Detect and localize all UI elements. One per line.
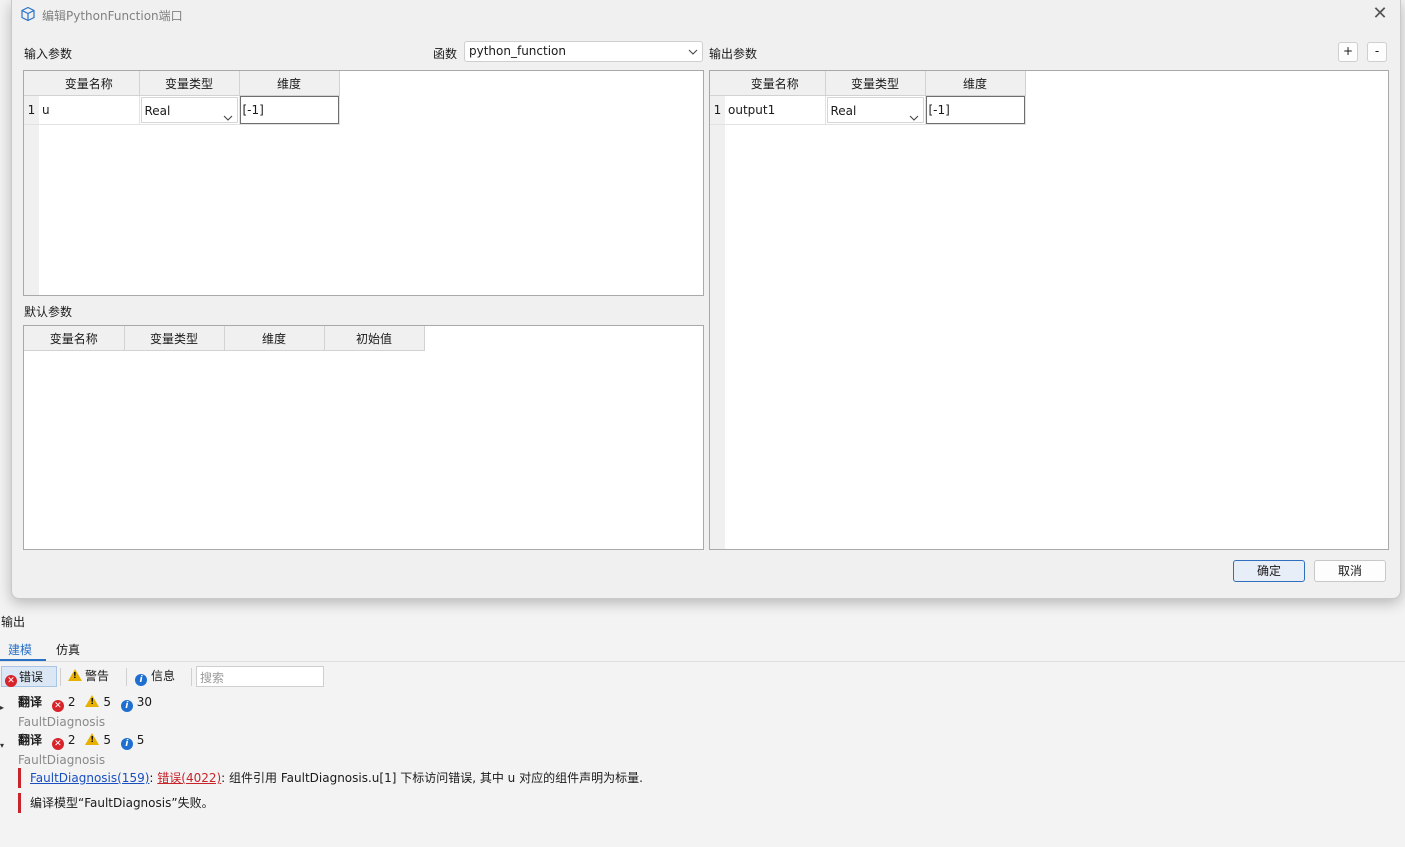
port-editor-dialog: 编辑PythonFunction端口 ✕ 输入参数 函数 python_func… [11, 0, 1401, 599]
info-count: 30 [136, 695, 153, 709]
message-text: 编译模型“FaultDiagnosis”失败。 [30, 796, 214, 810]
input-params-table: 变量名称 变量类型 维度 1 u Real [-1] [23, 70, 704, 296]
group-title: 翻译 [18, 695, 43, 709]
tab-modeling[interactable]: 建模 [8, 641, 32, 658]
table-corner [24, 71, 39, 96]
error-icon: ✕ [5, 675, 17, 687]
var-type-cell[interactable]: Real [139, 95, 240, 125]
col-header-type[interactable]: 变量类型 [139, 71, 240, 96]
tab-simulation[interactable]: 仿真 [56, 641, 80, 658]
filter-warnings-button[interactable]: ! 警告 [68, 666, 109, 687]
warning-icon: ! [68, 669, 82, 681]
info-icon: i [120, 700, 133, 712]
divider [126, 668, 127, 686]
col-header-name[interactable]: 变量名称 [725, 71, 826, 96]
dim-cell[interactable]: [-1] [925, 95, 1026, 125]
chevron-down-icon [909, 106, 919, 121]
info-count: 5 [136, 733, 145, 747]
error-message: 编译模型“FaultDiagnosis”失败。 [18, 793, 214, 813]
function-select[interactable]: python_function [464, 41, 703, 62]
col-header-initial[interactable]: 初始值 [324, 326, 425, 351]
row-index: 1 [710, 95, 725, 125]
output-panel-title: 输出 [1, 615, 26, 629]
group-subtitle: FaultDiagnosis [18, 753, 106, 767]
table-corner [710, 71, 725, 96]
dim-input[interactable]: [-1] [925, 96, 1025, 124]
chevron-down-icon [688, 46, 698, 56]
log-group[interactable]: 翻译 ✕ 2 ! 5 i 30 FaultDiagnosis [18, 693, 158, 729]
ok-button[interactable]: 确定 [1233, 560, 1305, 582]
var-name-cell[interactable]: u [39, 95, 140, 125]
group-title: 翻译 [18, 733, 43, 747]
dim-cell[interactable]: [-1] [239, 95, 340, 125]
function-label: 函数 [433, 47, 458, 61]
close-icon[interactable]: ✕ [1368, 2, 1392, 26]
var-type-cell[interactable]: Real [825, 95, 926, 125]
col-header-name[interactable]: 变量名称 [24, 326, 125, 351]
error-icon: ✕ [51, 700, 64, 712]
col-header-dim[interactable]: 维度 [925, 71, 1026, 96]
input-params-label: 输入参数 [24, 47, 73, 61]
info-icon: i [120, 738, 133, 750]
filter-info-label: 信息 [151, 669, 176, 683]
table-row: 1 output1 Real [-1] [710, 95, 1026, 125]
row-header-strip [710, 71, 725, 549]
divider [191, 668, 192, 686]
filter-info-button[interactable]: i 信息 [135, 666, 175, 687]
collapse-caret-icon[interactable]: ▾ [0, 741, 4, 750]
row-index: 1 [24, 95, 39, 125]
group-subtitle: FaultDiagnosis [18, 715, 106, 729]
output-params-table: 变量名称 变量类型 维度 1 output1 Real [-1] [709, 70, 1389, 550]
source-link[interactable]: FaultDiagnosis(159) [30, 771, 149, 785]
dialog-titlebar: 编辑PythonFunction端口 ✕ [12, 0, 1400, 30]
warning-count: 5 [103, 733, 111, 747]
default-params-label: 默认参数 [24, 305, 73, 319]
remove-output-button[interactable]: - [1367, 42, 1387, 62]
warning-count: 5 [103, 695, 111, 709]
log-group[interactable]: 翻译 ✕ 2 ! 5 i5 FaultDiagnosis [18, 731, 150, 767]
var-name-cell[interactable]: output1 [725, 95, 826, 125]
filter-warnings-label: 警告 [85, 669, 110, 683]
chevron-down-icon [223, 106, 233, 121]
divider [60, 668, 61, 686]
error-count: 2 [67, 733, 76, 747]
filter-errors-label: 错误 [19, 670, 44, 684]
function-select-value: python_function [469, 44, 566, 58]
warning-icon: ! [85, 695, 100, 707]
default-params-table: 变量名称 变量类型 维度 初始值 [23, 325, 704, 550]
cube-icon [20, 6, 36, 22]
dialog-title: 编辑PythonFunction端口 [42, 9, 183, 23]
tabs-divider [0, 661, 1405, 662]
col-header-dim[interactable]: 维度 [224, 326, 325, 351]
search-input[interactable]: 搜索 [196, 666, 324, 687]
col-header-type[interactable]: 变量类型 [825, 71, 926, 96]
add-output-button[interactable]: + [1338, 42, 1358, 62]
col-header-dim[interactable]: 维度 [239, 71, 340, 96]
col-header-name[interactable]: 变量名称 [39, 71, 140, 96]
var-type-select[interactable]: Real [140, 97, 238, 123]
var-type-value: Real [830, 104, 857, 118]
error-count: 2 [67, 695, 76, 709]
dim-input[interactable]: [-1] [239, 96, 339, 124]
error-icon: ✕ [51, 738, 64, 750]
info-icon: i [135, 674, 147, 686]
var-type-select[interactable]: Real [826, 97, 924, 123]
filter-errors-button[interactable]: ✕ 错误 [1, 666, 57, 687]
error-message: FaultDiagnosis(159): 错误(4022): 组件引用 Faul… [18, 768, 643, 788]
table-row: 1 u Real [-1] [24, 95, 340, 125]
error-code-link[interactable]: 错误(4022) [157, 771, 221, 785]
output-params-label: 输出参数 [709, 47, 758, 61]
warning-icon: ! [85, 733, 100, 745]
col-header-type[interactable]: 变量类型 [124, 326, 225, 351]
message-text: : 组件引用 FaultDiagnosis.u[1] 下标访问错误, 其中 u … [221, 771, 643, 785]
expand-caret-icon[interactable]: ▸ [0, 703, 4, 712]
cancel-button[interactable]: 取消 [1314, 560, 1386, 582]
var-type-value: Real [144, 104, 171, 118]
